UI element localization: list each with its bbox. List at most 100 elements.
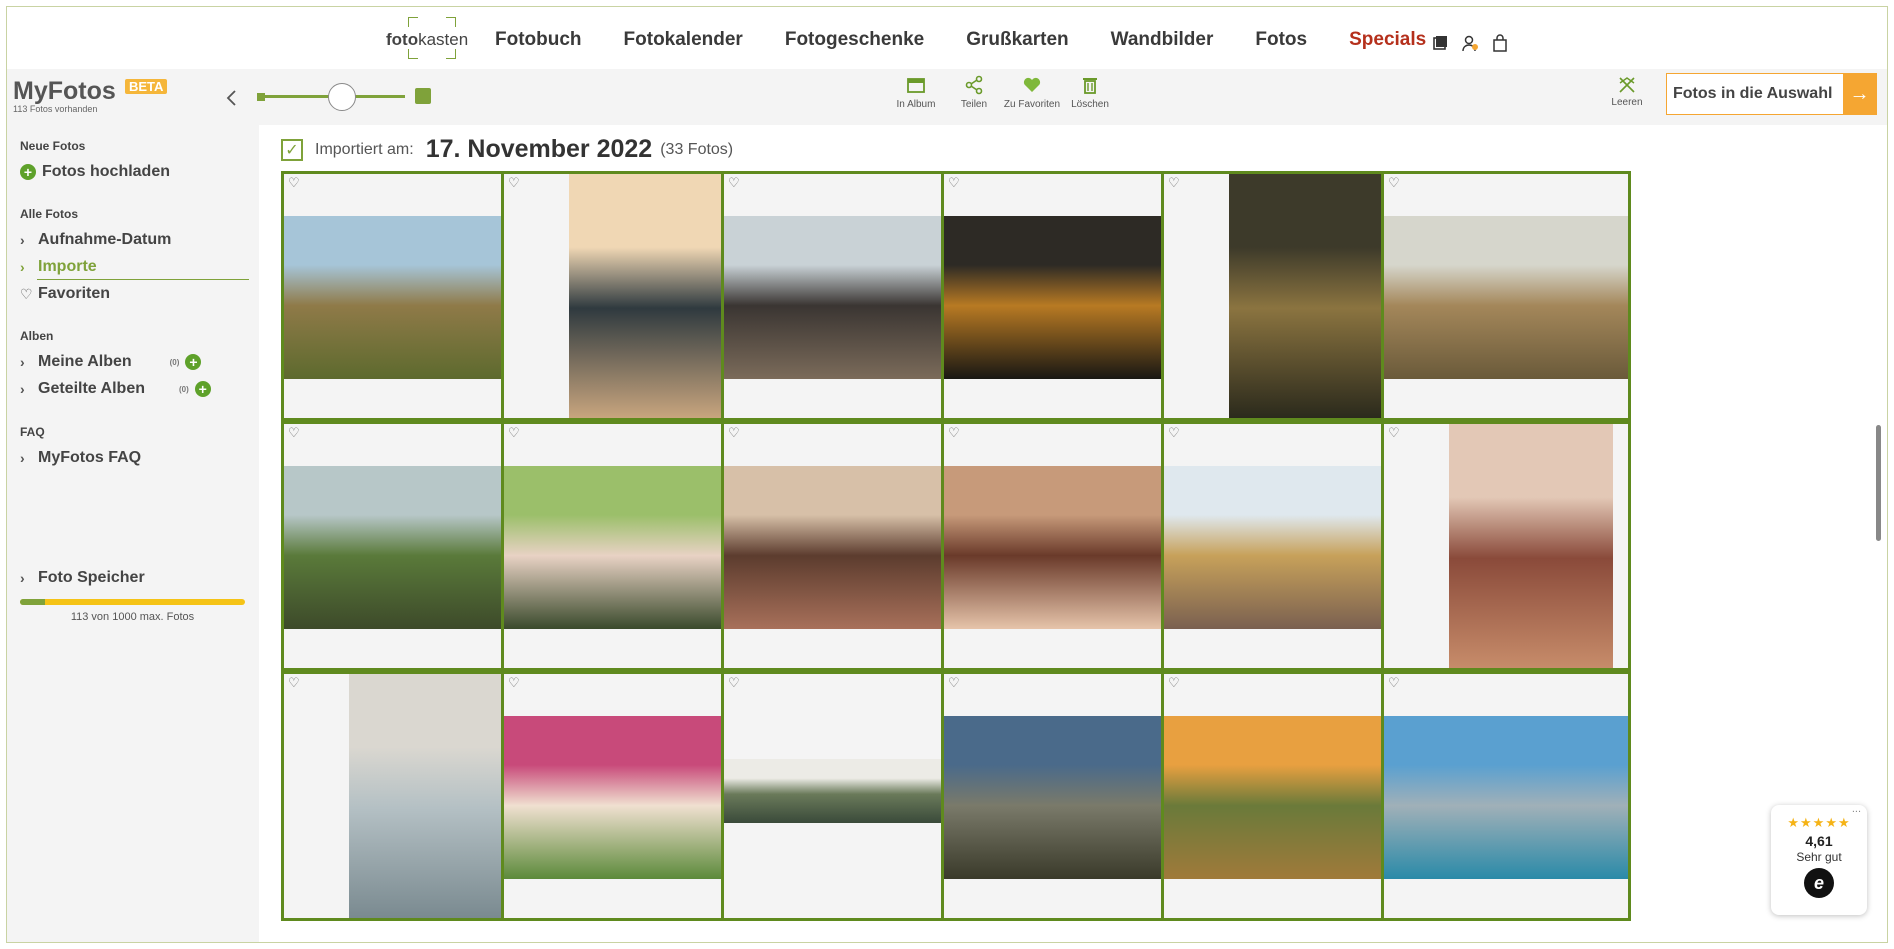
favorite-heart-icon[interactable]: ♡ (1388, 175, 1400, 191)
photo-thumbnail[interactable] (724, 759, 968, 823)
photo-stack-icon[interactable] (1431, 34, 1449, 52)
nav-link-fotokalender[interactable]: Fotokalender (624, 29, 743, 51)
photo-thumbnail[interactable] (1384, 716, 1628, 879)
trusted-shops-badge[interactable]: ... ★★★★★ 4,61 Sehr gut e (1771, 803, 1867, 915)
photo-tile[interactable]: ♡ (281, 671, 531, 921)
photo-thumbnail[interactable] (1164, 466, 1408, 629)
storage-progress-bar (20, 599, 245, 605)
rating-verdict: Sehr gut (1796, 850, 1842, 864)
favorite-heart-icon[interactable]: ♡ (288, 425, 300, 441)
photo-tile[interactable]: ♡ (941, 671, 1191, 921)
nav-link-wandbilder[interactable]: Wandbilder (1111, 29, 1214, 51)
photo-tile[interactable]: ♡ (721, 671, 971, 921)
favorite-heart-icon[interactable]: ♡ (728, 425, 740, 441)
photo-tile[interactable]: ♡ (1381, 421, 1631, 671)
favorite-heart-icon[interactable]: ♡ (1168, 175, 1180, 191)
zoom-out-icon[interactable] (257, 93, 265, 101)
photo-thumbnail[interactable] (724, 466, 968, 629)
favorite-heart-icon[interactable]: ♡ (728, 675, 740, 691)
photo-thumbnail[interactable] (944, 216, 1188, 379)
favorite-heart-icon[interactable]: ♡ (948, 675, 960, 691)
sidebar-item-geteilte-alben[interactable]: › Geteilte Alben (0) + (20, 380, 250, 398)
share-button[interactable]: Teilen (945, 75, 1003, 110)
add-to-favorites-button[interactable]: Zu Favoriten (1003, 75, 1061, 110)
zoom-in-icon[interactable] (415, 88, 431, 104)
photo-tile[interactable]: ♡ (721, 421, 971, 671)
photo-thumbnail[interactable] (504, 716, 748, 879)
sidebar-item-favoriten[interactable]: ♡ Favoriten (20, 285, 110, 303)
photo-tile[interactable]: ♡ (1161, 421, 1411, 671)
photo-tile[interactable]: ♡ (941, 171, 1191, 421)
nav-link-specials[interactable]: Specials (1349, 29, 1426, 51)
fotokasten-logo[interactable]: fotokasten (386, 17, 468, 59)
photo-tile[interactable]: ♡ (1381, 171, 1631, 421)
photo-tile[interactable]: ♡ (1161, 171, 1411, 421)
sidebar-item-foto-speicher[interactable]: › Foto Speicher (20, 569, 145, 587)
upload-photos-button[interactable]: + Fotos hochladen (20, 163, 170, 181)
photo-thumbnail[interactable] (944, 716, 1188, 879)
nav-link-fotobuch[interactable]: Fotobuch (495, 29, 582, 51)
clear-selection-button[interactable]: Leeren (1607, 75, 1647, 108)
favorite-heart-icon[interactable]: ♡ (948, 175, 960, 191)
nav-link-fotos[interactable]: Fotos (1255, 29, 1307, 51)
select-all-checkbox[interactable]: ✓ (281, 138, 303, 161)
add-to-selection-button[interactable]: Fotos in die Auswahl → (1666, 73, 1877, 115)
sidebar-item-meine-alben[interactable]: › Meine Alben (0) + (20, 353, 250, 371)
trusted-shops-logo-icon: e (1804, 868, 1834, 898)
sidebar-item-importe[interactable]: › Importe (20, 258, 97, 276)
photo-thumbnail[interactable] (944, 466, 1188, 629)
zoom-slider[interactable] (251, 79, 441, 113)
favorite-heart-icon[interactable]: ♡ (508, 675, 520, 691)
favorite-heart-icon[interactable]: ♡ (1168, 425, 1180, 441)
photo-tile[interactable]: ♡ (281, 421, 531, 671)
add-album-icon[interactable]: + (185, 354, 202, 370)
photo-thumbnail[interactable] (504, 466, 748, 629)
delete-button[interactable]: Löschen (1061, 75, 1119, 110)
photo-tile[interactable]: ♡ (941, 421, 1191, 671)
chevron-right-icon: › (20, 354, 25, 370)
photo-thumbnail[interactable] (284, 466, 528, 629)
photo-thumbnail[interactable] (284, 216, 528, 379)
album-count: (0) (169, 357, 180, 367)
shopping-bag-icon[interactable] (1491, 34, 1509, 52)
chevron-right-icon: › (20, 570, 25, 586)
photo-thumbnail[interactable] (1449, 424, 1613, 668)
collapse-sidebar-icon[interactable] (225, 89, 239, 112)
favorite-heart-icon[interactable]: ♡ (728, 175, 740, 191)
sidebar-item-aufnahme-datum[interactable]: › Aufnahme-Datum (20, 231, 171, 249)
photo-tile[interactable]: ♡ (721, 171, 971, 421)
favorite-heart-icon[interactable]: ♡ (508, 175, 520, 191)
photo-thumbnail[interactable] (724, 216, 968, 379)
sidebar-item-myfotos-faq[interactable]: › MyFotos FAQ (20, 449, 141, 467)
photo-tile[interactable]: ♡ (1381, 671, 1631, 921)
chevron-right-icon: › (20, 381, 25, 397)
photo-thumbnail[interactable] (1384, 216, 1628, 379)
add-shared-album-icon[interactable]: + (194, 381, 211, 397)
favorite-heart-icon[interactable]: ♡ (948, 425, 960, 441)
photo-thumbnail[interactable] (1229, 174, 1393, 418)
favorite-heart-icon[interactable]: ♡ (1168, 675, 1180, 691)
favorite-heart-icon[interactable]: ♡ (508, 425, 520, 441)
vertical-scrollbar[interactable] (1876, 425, 1881, 541)
zoom-handle[interactable] (328, 83, 356, 111)
photo-tile[interactable]: ♡ (501, 421, 751, 671)
photo-thumbnail[interactable] (569, 174, 733, 418)
photo-thumbnail[interactable] (1164, 716, 1408, 879)
add-to-album-button[interactable]: In Album (887, 75, 945, 110)
favorite-heart-icon[interactable]: ♡ (288, 675, 300, 691)
photo-tile[interactable]: ♡ (501, 171, 751, 421)
logo-corner-icon (446, 49, 456, 59)
photo-thumbnail[interactable] (349, 674, 513, 918)
photo-tile[interactable]: ♡ (1161, 671, 1411, 921)
favorite-heart-icon[interactable]: ♡ (1388, 425, 1400, 441)
more-options-icon[interactable]: ... (1852, 803, 1861, 815)
beta-badge: BETA (125, 79, 168, 94)
photo-tile[interactable]: ♡ (501, 671, 751, 921)
nav-link-fotogeschenke[interactable]: Fotogeschenke (785, 29, 924, 51)
logo-text: fotokasten (386, 30, 469, 49)
favorite-heart-icon[interactable]: ♡ (288, 175, 300, 191)
user-icon[interactable] (1461, 34, 1479, 52)
favorite-heart-icon[interactable]: ♡ (1388, 675, 1400, 691)
nav-link-grusskarten[interactable]: Grußkarten (966, 29, 1068, 51)
photo-tile[interactable]: ♡ (281, 171, 531, 421)
